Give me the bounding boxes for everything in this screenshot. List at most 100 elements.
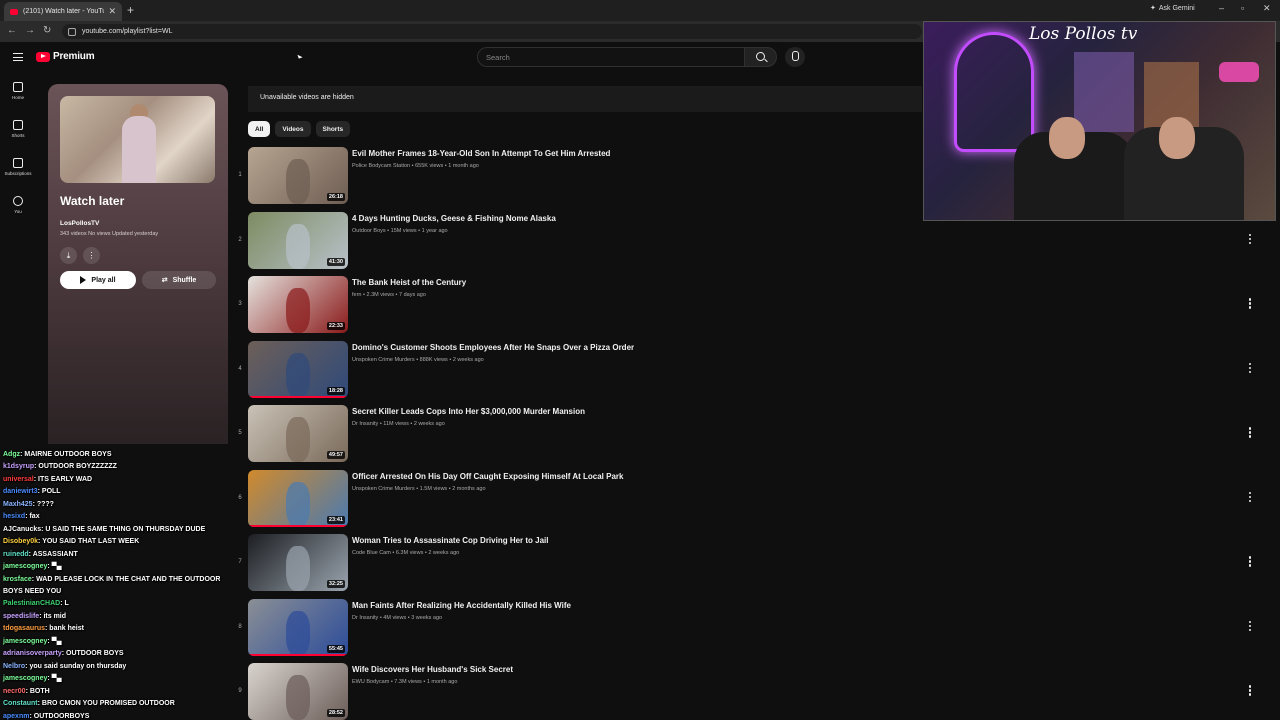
- video-row[interactable]: 3 22:33 The Bank Heist of the Century fe…: [232, 276, 1262, 341]
- chat-username[interactable]: AJCanucks: [3, 526, 41, 533]
- more-actions-icon[interactable]: ⋮: [83, 247, 100, 264]
- chat-username[interactable]: adrianisoverparty: [3, 650, 62, 657]
- more-actions-icon[interactable]: [1248, 233, 1252, 244]
- video-channel[interactable]: fern: [352, 292, 361, 298]
- url-field[interactable]: youtube.com/playlist?list=WL: [62, 24, 922, 39]
- video-thumbnail[interactable]: 32:25: [248, 534, 348, 591]
- browser-tab[interactable]: (2101) Watch later - YouTube ✕: [4, 2, 122, 21]
- channel-signature: Los Pollos tv: [1029, 24, 1138, 44]
- video-row[interactable]: 4 18:28 Domino's Customer Shoots Employe…: [232, 340, 1262, 406]
- video-channel[interactable]: EWU Bodycam: [352, 679, 389, 685]
- guide-item-subscriptions[interactable]: Subscriptions: [0, 154, 36, 192]
- menu-icon[interactable]: [13, 53, 23, 61]
- chat-username[interactable]: Constaunt: [3, 700, 38, 707]
- video-title[interactable]: Officer Arrested On His Day Off Caught E…: [352, 472, 623, 481]
- chat-username[interactable]: jamescogney: [3, 563, 47, 570]
- chat-username[interactable]: k1dsyrup: [3, 463, 34, 470]
- video-thumbnail[interactable]: 41:30: [248, 211, 348, 269]
- reload-icon[interactable]: ↻: [43, 25, 51, 36]
- chat-username[interactable]: speedislife: [3, 613, 39, 620]
- chat-username[interactable]: Disobey0k: [3, 538, 38, 545]
- video-thumbnail[interactable]: 23:41: [248, 469, 348, 527]
- video-age: 3 weeks ago: [411, 614, 443, 621]
- chat-username[interactable]: ruinedd: [3, 551, 29, 558]
- video-title[interactable]: The Bank Heist of the Century: [352, 278, 466, 287]
- chat-username[interactable]: hesixd: [3, 513, 25, 520]
- chip-all[interactable]: All: [248, 121, 271, 137]
- video-row[interactable]: 2 41:30 4 Days Hunting Ducks, Geese & Fi…: [232, 211, 1262, 277]
- video-index: 7: [238, 559, 242, 565]
- site-settings-icon[interactable]: [68, 27, 76, 36]
- video-thumbnail[interactable]: 55:45: [248, 598, 348, 656]
- video-title[interactable]: 4 Days Hunting Ducks, Geese & Fishing No…: [352, 214, 556, 223]
- video-duration: 49:57: [326, 451, 345, 459]
- video-title[interactable]: Domino's Customer Shoots Employees After…: [352, 343, 634, 352]
- chat-username[interactable]: tdogasaurus: [3, 625, 45, 632]
- video-channel[interactable]: Code Blue Cam: [352, 550, 391, 556]
- youtube-logo[interactable]: Premium: [36, 51, 95, 62]
- video-title[interactable]: Evil Mother Frames 18-Year-Old Son In At…: [352, 149, 610, 158]
- video-channel[interactable]: Police Bodycam Station: [352, 163, 410, 169]
- video-row[interactable]: 6 23:41 Officer Arrested On His Day Off …: [232, 469, 1262, 535]
- more-actions-icon[interactable]: [1248, 298, 1252, 309]
- more-actions-icon[interactable]: [1248, 362, 1252, 373]
- playlist-thumbnail[interactable]: [60, 96, 215, 183]
- chip-shorts[interactable]: Shorts: [315, 121, 351, 137]
- video-channel[interactable]: Dr Insanity: [352, 421, 378, 427]
- video-row[interactable]: 8 55:45 Man Faints After Realizing He Ac…: [232, 598, 1262, 664]
- ask-gemini-button[interactable]: ✦ Ask Gemini: [1150, 4, 1195, 13]
- guide-item-you[interactable]: You: [0, 192, 36, 230]
- chat-username[interactable]: daniewirt3: [3, 488, 38, 495]
- search-input[interactable]: Search: [477, 47, 744, 67]
- chat-message: Constaunt: BRO CMON YOU PROMISED OUTDOOR: [3, 698, 233, 710]
- window-close-icon[interactable]: ✕: [1263, 3, 1271, 14]
- video-title[interactable]: Man Faints After Realizing He Accidental…: [352, 601, 571, 610]
- maximize-icon[interactable]: ▫: [1241, 3, 1244, 13]
- video-title[interactable]: Secret Killer Leads Cops Into Her $3,000…: [352, 407, 585, 416]
- chat-username[interactable]: necr00: [3, 688, 26, 695]
- minimize-icon[interactable]: –: [1219, 3, 1224, 13]
- video-row[interactable]: 9 28:52 Wife Discovers Her Husband's Sic…: [232, 663, 1262, 720]
- chat-username[interactable]: PalestinianCHAD: [3, 600, 60, 607]
- more-actions-icon[interactable]: [1248, 427, 1252, 438]
- video-thumbnail[interactable]: 26:18: [248, 147, 348, 204]
- video-title[interactable]: Wife Discovers Her Husband's Sick Secret: [352, 665, 513, 674]
- new-tab-button[interactable]: +: [127, 3, 134, 17]
- more-actions-icon[interactable]: [1248, 491, 1252, 502]
- video-title[interactable]: Woman Tries to Assassinate Cop Driving H…: [352, 536, 549, 545]
- chat-text: POLL: [41, 488, 61, 496]
- video-channel[interactable]: Outdoor Boys: [352, 228, 386, 234]
- chat-username[interactable]: Adgz: [3, 451, 20, 458]
- download-icon[interactable]: ⤓: [60, 247, 77, 264]
- back-icon[interactable]: ←: [7, 25, 17, 36]
- video-row[interactable]: 7 32:25 Woman Tries to Assassinate Cop D…: [232, 534, 1262, 599]
- chip-videos[interactable]: Videos: [275, 121, 311, 137]
- chat-username[interactable]: Maxh425: [3, 501, 33, 508]
- video-thumbnail[interactable]: 28:52: [248, 663, 348, 720]
- chat-username[interactable]: apexnm: [3, 713, 29, 720]
- more-actions-icon[interactable]: [1248, 556, 1252, 567]
- voice-search-icon[interactable]: [785, 47, 805, 67]
- playlist-owner[interactable]: LosPollosTV: [60, 220, 99, 227]
- chat-username[interactable]: Nelbro: [3, 663, 25, 670]
- chat-username[interactable]: jamescogney: [3, 638, 47, 645]
- more-actions-icon[interactable]: [1248, 685, 1252, 696]
- video-channel[interactable]: Unspoken Crime Murders: [352, 486, 415, 492]
- chat-username[interactable]: universal: [3, 476, 34, 483]
- video-channel[interactable]: Unspoken Crime Murders: [352, 357, 415, 363]
- video-channel[interactable]: Dr Insanity: [352, 615, 378, 621]
- chat-username[interactable]: krosface: [3, 576, 32, 583]
- search-button[interactable]: [744, 47, 777, 67]
- forward-icon[interactable]: →: [25, 25, 35, 36]
- video-row[interactable]: 5 49:57 Secret Killer Leads Cops Into He…: [232, 405, 1262, 470]
- more-actions-icon[interactable]: [1248, 620, 1252, 631]
- guide-item-home[interactable]: Home: [0, 78, 36, 116]
- video-thumbnail[interactable]: 22:33: [248, 276, 348, 333]
- video-thumbnail[interactable]: 18:28: [248, 340, 348, 398]
- shuffle-button[interactable]: ⇄ Shuffle: [142, 271, 216, 289]
- guide-item-shorts[interactable]: Shorts: [0, 116, 36, 154]
- video-thumbnail[interactable]: 49:57: [248, 405, 348, 462]
- play-all-button[interactable]: Play all: [60, 271, 136, 289]
- tab-close-icon[interactable]: ✕: [108, 6, 116, 17]
- chat-username[interactable]: jamescogney: [3, 675, 47, 682]
